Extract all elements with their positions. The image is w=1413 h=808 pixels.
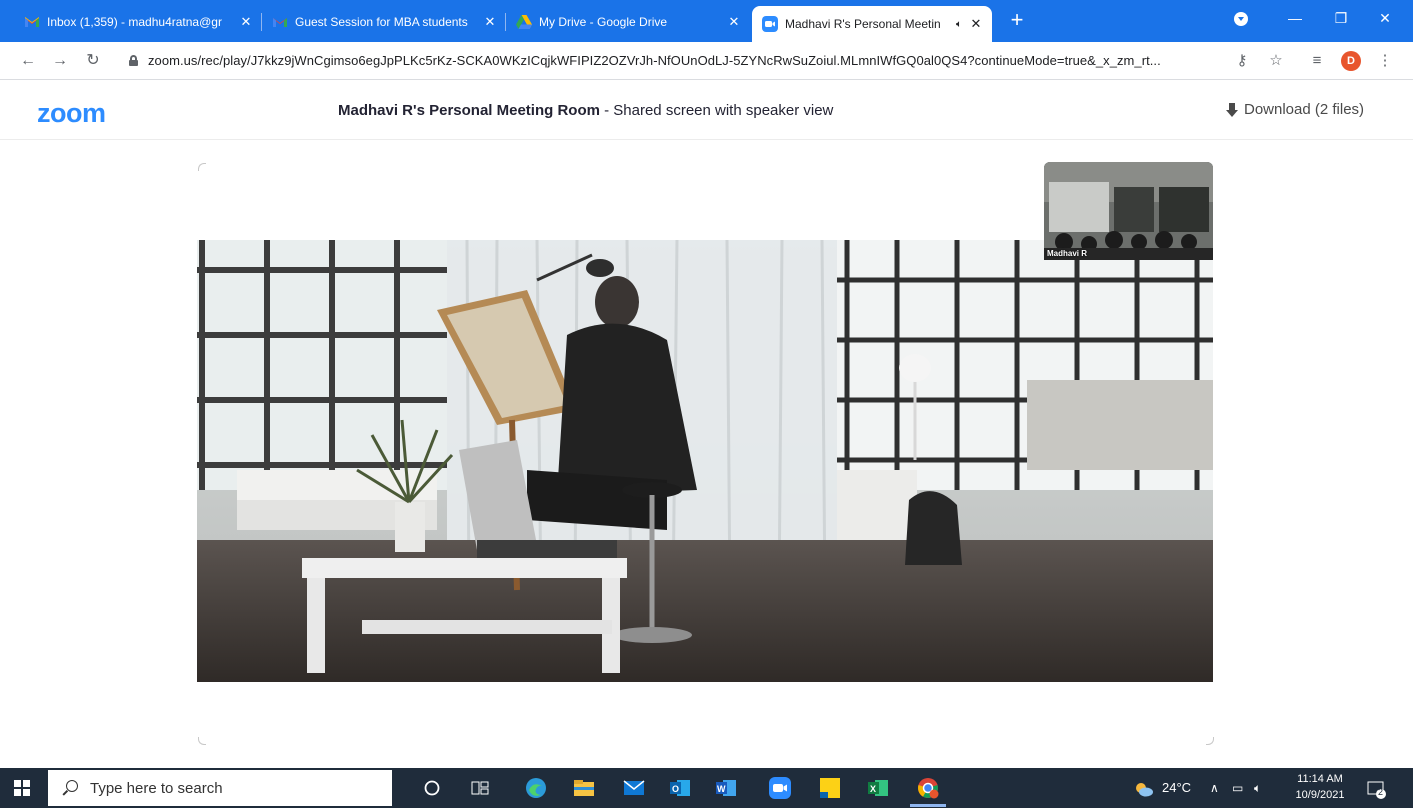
zoom-logo[interactable]: zoom bbox=[37, 98, 106, 129]
window-close-icon[interactable]: ✕ bbox=[1362, 0, 1408, 42]
chrome-icon[interactable] bbox=[914, 774, 942, 802]
edge-icon[interactable] bbox=[522, 774, 550, 802]
tab-title: My Drive - Google Drive bbox=[539, 15, 668, 29]
taskbar-search-input[interactable]: Type here to search bbox=[48, 770, 392, 806]
zoom-header: zoom Madhavi R's Personal Meeting Room -… bbox=[0, 80, 1413, 140]
recording-view-label: - Shared screen with speaker view bbox=[599, 102, 834, 119]
svg-text:X: X bbox=[870, 784, 876, 794]
task-view-icon[interactable] bbox=[466, 774, 494, 802]
weather-icon[interactable] bbox=[1134, 768, 1154, 808]
page-title: Madhavi R's Personal Meeting Room - Shar… bbox=[338, 102, 833, 119]
restore-icon[interactable]: ❐ bbox=[1318, 0, 1364, 42]
download-icon bbox=[1226, 102, 1238, 117]
clock-time: 11:14 AM bbox=[1297, 773, 1343, 785]
shared-screen-video[interactable] bbox=[197, 240, 1213, 682]
minimize-icon[interactable]: — bbox=[1272, 0, 1318, 42]
tab-guest-session[interactable]: Guest Session for MBA students ✕ bbox=[262, 8, 506, 36]
lock-icon[interactable] bbox=[129, 55, 138, 66]
tab-search-icon[interactable] bbox=[1234, 12, 1248, 26]
download-label: Download (2 files) bbox=[1244, 101, 1365, 118]
video-frame-scene bbox=[197, 240, 1213, 682]
clock-date: 10/9/2021 bbox=[1295, 789, 1345, 801]
search-placeholder: Type here to search bbox=[90, 779, 223, 797]
back-icon[interactable]: ← bbox=[18, 51, 38, 71]
meeting-room-name: Madhavi R's Personal Meeting Room bbox=[338, 102, 600, 119]
zoom-icon[interactable] bbox=[766, 774, 794, 802]
cortana-icon[interactable] bbox=[418, 774, 446, 802]
close-icon[interactable]: ✕ bbox=[482, 14, 498, 30]
network-icon[interactable]: ▭ bbox=[1232, 768, 1243, 808]
search-icon bbox=[62, 780, 78, 796]
gmail-icon bbox=[272, 14, 288, 30]
forward-icon[interactable]: → bbox=[50, 51, 70, 71]
weather-temperature[interactable]: 24°C bbox=[1162, 768, 1191, 808]
browser-tab-strip: Inbox (1,359) - madhu4ratna@gr ✕ Guest S… bbox=[0, 0, 1413, 42]
reload-icon[interactable]: ↻ bbox=[83, 51, 103, 71]
key-icon[interactable]: ⚷ bbox=[1232, 51, 1252, 71]
avatar[interactable]: D bbox=[1341, 51, 1361, 71]
speaker-video-frame bbox=[1044, 162, 1213, 260]
speaker-view-thumbnail[interactable]: Madhavi R bbox=[1044, 162, 1213, 260]
new-tab-button[interactable]: + bbox=[1004, 8, 1030, 34]
close-icon[interactable]: ✕ bbox=[726, 14, 742, 30]
close-icon[interactable]: ✕ bbox=[968, 16, 984, 32]
player-corner bbox=[198, 737, 206, 745]
svg-text:O: O bbox=[672, 784, 679, 794]
outlook-icon[interactable]: O bbox=[666, 774, 694, 802]
menu-kebab-icon[interactable]: ⋮ bbox=[1375, 51, 1395, 71]
file-explorer-icon[interactable] bbox=[570, 774, 598, 802]
word-icon[interactable]: W bbox=[712, 774, 740, 802]
svg-text:W: W bbox=[717, 784, 726, 794]
tray-chevron-up-icon[interactable]: ∧ bbox=[1210, 768, 1219, 808]
taskbar-clock[interactable]: 11:14 AM 10/9/2021 bbox=[1290, 771, 1350, 803]
windows-start-icon[interactable] bbox=[14, 780, 30, 796]
active-app-indicator bbox=[910, 804, 946, 807]
gmail-icon bbox=[24, 14, 40, 30]
notification-count-badge: 2 bbox=[1378, 787, 1384, 797]
excel-icon[interactable]: X bbox=[864, 774, 892, 802]
windows-taskbar: Type here to search O W X 24°C ∧ ▭ 🔈︎ 11… bbox=[0, 768, 1413, 808]
address-bar[interactable]: zoom.us/rec/play/J7kkz9jWnCgimso6egJpPLK… bbox=[148, 53, 1218, 68]
speaker-audio-icon[interactable]: 🔈︎ bbox=[956, 19, 962, 30]
download-button[interactable]: Download (2 files) bbox=[1226, 101, 1364, 118]
google-drive-icon bbox=[516, 14, 532, 30]
zoom-icon bbox=[762, 16, 778, 32]
reading-list-icon[interactable]: ≡ bbox=[1307, 51, 1327, 71]
player-corner bbox=[1206, 737, 1214, 745]
tab-google-drive[interactable]: My Drive - Google Drive ✕ bbox=[506, 8, 750, 36]
mail-icon[interactable] bbox=[620, 774, 648, 802]
speaker-name-label: Madhavi R bbox=[1047, 249, 1088, 258]
tab-title: Madhavi R's Personal Meetin bbox=[785, 17, 941, 31]
notification-center-icon[interactable]: 2 bbox=[1366, 768, 1390, 808]
player-corner bbox=[198, 163, 206, 171]
tab-inbox[interactable]: Inbox (1,359) - madhu4ratna@gr ✕ bbox=[14, 8, 262, 36]
sticky-notes-icon[interactable] bbox=[816, 774, 844, 802]
tab-title: Guest Session for MBA students bbox=[295, 15, 468, 29]
tab-zoom-recording[interactable]: Madhavi R's Personal Meetin 🔈︎ ✕ bbox=[752, 6, 992, 42]
close-icon[interactable]: ✕ bbox=[238, 14, 254, 30]
volume-icon[interactable]: 🔈︎ bbox=[1254, 768, 1261, 808]
browser-toolbar: ← → ↻ zoom.us/rec/play/J7kkz9jWnCgimso6e… bbox=[0, 42, 1413, 80]
bookmark-star-icon[interactable]: ☆ bbox=[1266, 51, 1286, 71]
tab-title: Inbox (1,359) - madhu4ratna@gr bbox=[47, 15, 222, 29]
